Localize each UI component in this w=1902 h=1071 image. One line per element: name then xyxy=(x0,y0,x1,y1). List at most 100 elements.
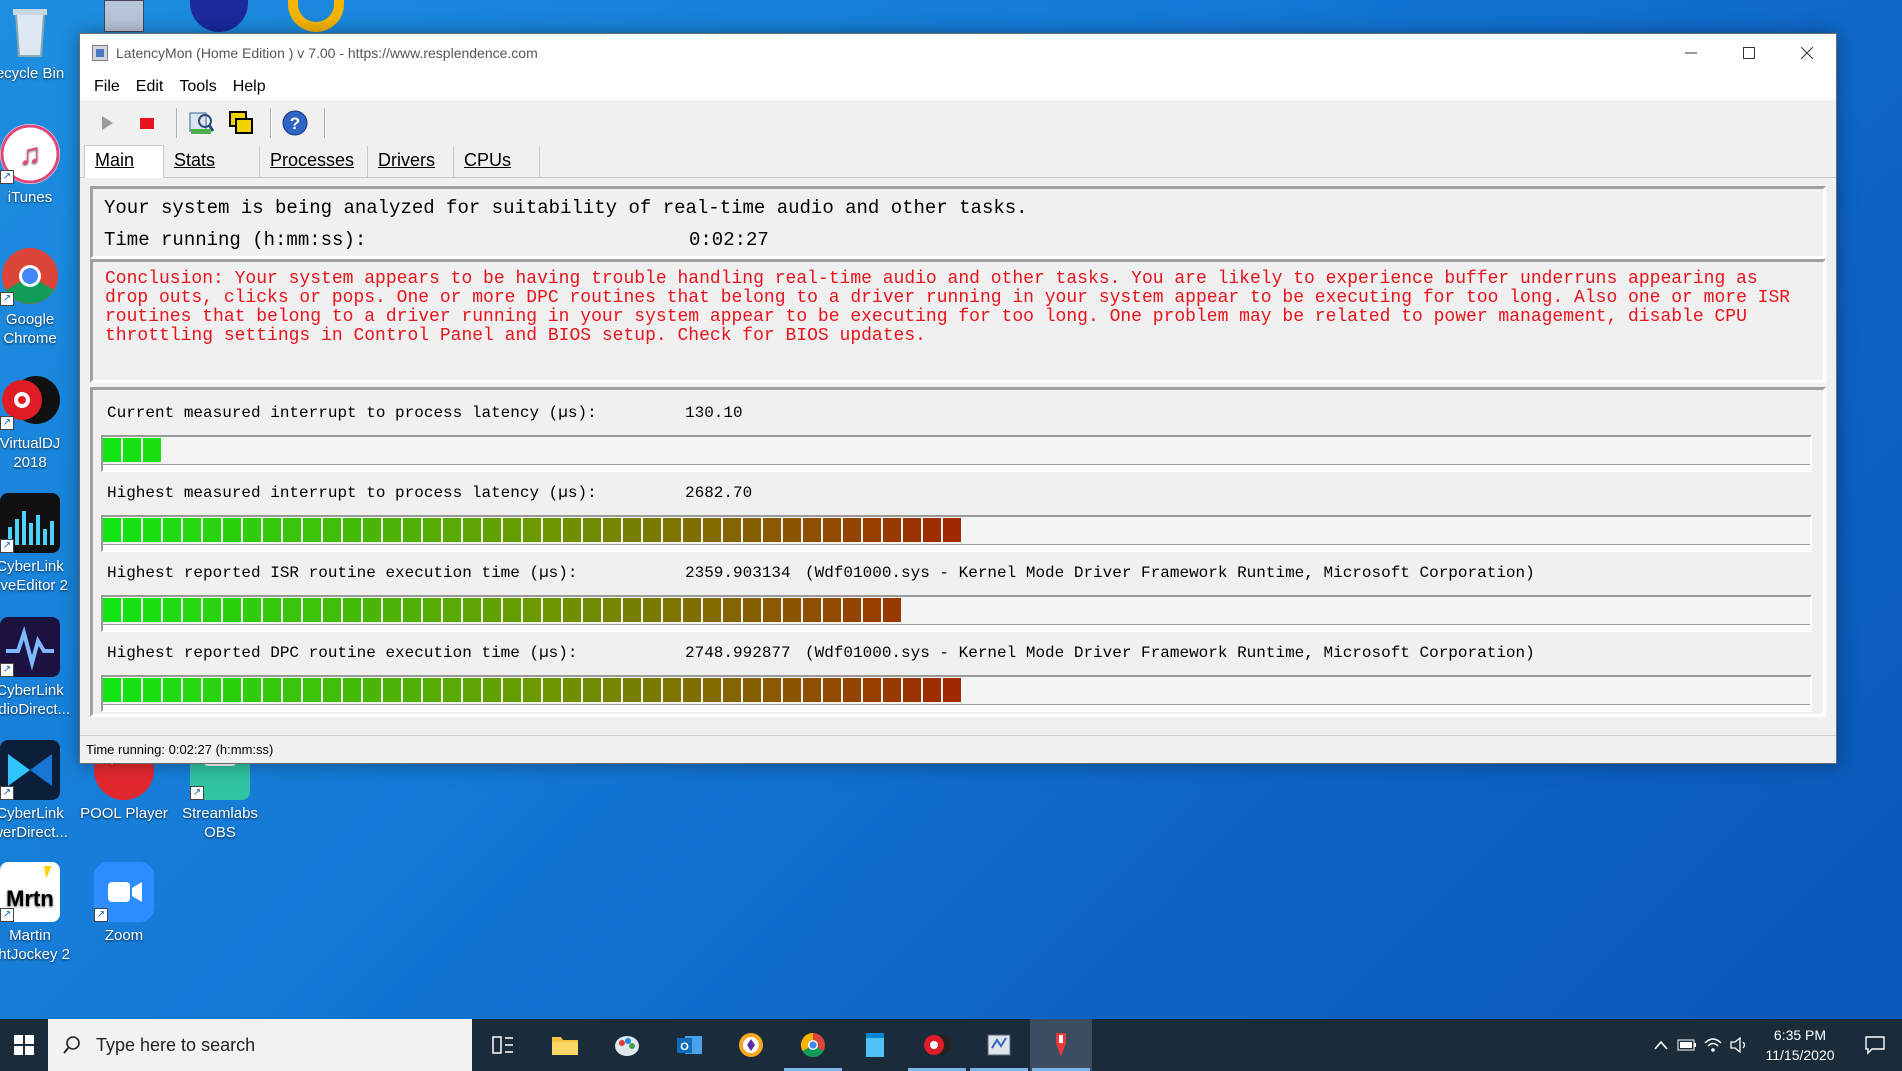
latency-bar-segment xyxy=(503,518,521,542)
latency-bar-segment xyxy=(563,518,581,542)
close-button[interactable] xyxy=(1778,34,1836,72)
maximize-button[interactable] xyxy=(1720,34,1778,72)
menu-tools[interactable]: Tools xyxy=(171,78,224,96)
latency-bar-segment xyxy=(363,678,381,702)
latency-bar-segment xyxy=(523,678,541,702)
taskbar-clock[interactable]: 6:35 PM 11/15/2020 xyxy=(1752,1025,1848,1065)
desktop-icon-zoom[interactable]: ↗ Zoom xyxy=(78,862,170,945)
stop-icon xyxy=(140,118,154,129)
latency-bar-segment xyxy=(803,518,821,542)
latency-bar xyxy=(101,595,1812,632)
taskbar-chrome[interactable] xyxy=(782,1019,844,1071)
latency-bar-segment xyxy=(103,598,121,622)
latency-bar-segment xyxy=(863,598,881,622)
latency-bar-segment xyxy=(163,678,181,702)
desktop-icon-itunes[interactable]: ♫ ↗ iTunes xyxy=(0,124,76,207)
window-controls xyxy=(1662,34,1836,72)
title-bar[interactable]: LatencyMon (Home Edition ) v 7.00 - http… xyxy=(80,34,1836,72)
start-monitoring-button[interactable] xyxy=(90,106,124,140)
desktop-icon-audio-director[interactable]: ↗ CyberLink udioDirect... xyxy=(0,617,76,719)
desktop-icon-partial[interactable] xyxy=(288,0,344,32)
time-running-label: Time running (h:mm:ss): xyxy=(104,229,367,251)
clock-date: 11/15/2020 xyxy=(1765,1047,1835,1063)
windows-logo-icon xyxy=(14,1035,34,1055)
shortcut-arrow-icon: ↗ xyxy=(0,908,14,922)
show-hidden-icons-button[interactable] xyxy=(1648,1019,1674,1071)
wifi-icon xyxy=(1704,1038,1722,1052)
taskbar-tool[interactable] xyxy=(1030,1019,1092,1071)
latency-bar-segment xyxy=(303,678,321,702)
latency-bar-segment xyxy=(923,678,941,702)
network-button[interactable] xyxy=(1700,1019,1726,1071)
metric-label: Current measured interrupt to process la… xyxy=(107,404,597,422)
latency-bar-segment xyxy=(683,678,701,702)
desktop-icon-recycle-bin[interactable]: ecycle Bin xyxy=(0,0,76,83)
report-button[interactable] xyxy=(184,106,218,140)
latency-bar-segment xyxy=(403,598,421,622)
desktop-icon-partial[interactable] xyxy=(190,0,248,32)
tab-processes[interactable]: Processes xyxy=(260,146,368,177)
shortcut-arrow-icon: ↗ xyxy=(0,292,14,306)
latency-bar-track xyxy=(103,544,1810,549)
start-button[interactable] xyxy=(0,1019,48,1071)
itunes-icon: ♫ ↗ xyxy=(0,124,60,184)
latency-bar-segment xyxy=(223,518,241,542)
minimize-button[interactable] xyxy=(1662,34,1720,72)
tab-main[interactable]: Main xyxy=(84,145,164,178)
latency-bar-segment xyxy=(903,518,921,542)
taskbar-task-view[interactable] xyxy=(472,1019,534,1071)
taskbar-brave[interactable] xyxy=(720,1019,782,1071)
action-center-button[interactable] xyxy=(1848,1019,1902,1071)
metric-current-latency: Current measured interrupt to process la… xyxy=(93,402,1823,482)
copy-button[interactable] xyxy=(224,106,258,140)
taskbar-notepad[interactable] xyxy=(844,1019,906,1071)
latency-bar-segment xyxy=(203,518,221,542)
taskbar-paint[interactable] xyxy=(596,1019,658,1071)
menu-bar: File Edit Tools Help xyxy=(80,72,1836,102)
menu-edit[interactable]: Edit xyxy=(128,78,172,96)
latency-bar-segment xyxy=(883,518,901,542)
stop-monitoring-button[interactable] xyxy=(130,106,164,140)
taskbar-search-box[interactable]: Type here to search xyxy=(48,1019,472,1071)
latency-bar-segment xyxy=(343,518,361,542)
latency-bar-segment xyxy=(383,518,401,542)
volume-button[interactable] xyxy=(1726,1019,1752,1071)
desktop-icon-label: iTunes xyxy=(7,189,53,206)
menu-file[interactable]: File xyxy=(86,78,128,96)
latency-bar-segment xyxy=(583,598,601,622)
latency-bar-segment xyxy=(223,678,241,702)
desktop-icon-power-director[interactable]: ↗ CyberLink werDirect... xyxy=(0,740,76,842)
taskbar-outlook[interactable]: O xyxy=(658,1019,720,1071)
desktop-icon-wave-editor[interactable]: ↗ CyberLink aveEditor 2 xyxy=(0,493,76,595)
battery-button[interactable] xyxy=(1674,1019,1700,1071)
desktop-icon-chrome[interactable]: ↗ Google Chrome xyxy=(0,246,76,348)
tab-stats[interactable]: Stats xyxy=(164,146,260,177)
latency-bar-segment xyxy=(623,678,641,702)
menu-help[interactable]: Help xyxy=(225,78,274,96)
desktop-icon-label: Google Chrome xyxy=(3,311,57,347)
desktop-icon-label: ecycle Bin xyxy=(0,65,65,82)
latency-bar-segment xyxy=(603,678,621,702)
notification-icon xyxy=(1865,1036,1885,1055)
metric-value: 2682.70 xyxy=(685,484,753,502)
desktop-icon-martin[interactable]: Mrtn ↗ Martin ghtJockey 2 xyxy=(0,862,76,964)
status-text: Time running: 0:02:27 (h:mm:ss) xyxy=(86,742,274,757)
taskbar-file-explorer[interactable] xyxy=(534,1019,596,1071)
latency-bar-segment xyxy=(263,598,281,622)
latency-bar-segment xyxy=(323,678,341,702)
desktop-icon-partial[interactable] xyxy=(104,0,144,32)
tab-drivers[interactable]: Drivers xyxy=(368,146,454,177)
taskbar-virtualdj[interactable] xyxy=(906,1019,968,1071)
help-button[interactable]: ? xyxy=(278,106,312,140)
desktop-icon-virtualdj[interactable]: ↗ VirtualDJ 2018 xyxy=(0,370,76,472)
desktop-icon-label: CyberLink udioDirect... xyxy=(0,682,71,718)
latency-bar-segment xyxy=(423,598,441,622)
latency-bar-segment xyxy=(563,598,581,622)
latency-bar-segment xyxy=(163,598,181,622)
latency-bar-fill xyxy=(103,598,903,622)
taskbar-latencymon[interactable] xyxy=(968,1019,1030,1071)
tab-cpus[interactable]: CPUs xyxy=(454,146,540,177)
desktop-icon-label: Streamlabs OBS xyxy=(182,805,258,841)
latency-bar-segment xyxy=(503,678,521,702)
recycle-bin-icon xyxy=(0,0,60,60)
